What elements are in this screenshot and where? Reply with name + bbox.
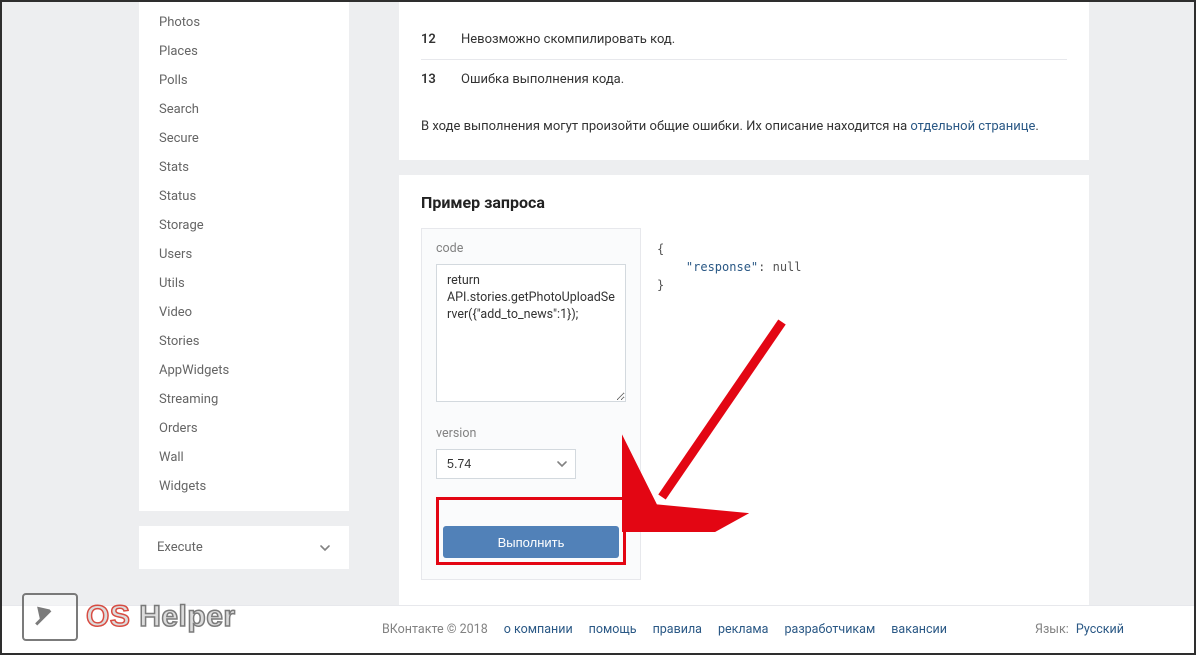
sidebar-item-wall[interactable]: Wall <box>139 443 349 472</box>
sidebar-item-status[interactable]: Status <box>139 182 349 211</box>
error-row: 12 Невозможно скомпилировать код. <box>421 20 1067 59</box>
sidebar-methods-list: Photos Places Polls Search Secure Stats … <box>139 2 349 511</box>
sidebar-item-video[interactable]: Video <box>139 298 349 327</box>
errors-note-link[interactable]: отдельной странице <box>910 119 1035 134</box>
chevron-down-icon <box>319 542 331 554</box>
error-code: 13 <box>421 72 461 87</box>
footer-lang-link[interactable]: Русский <box>1076 622 1124 637</box>
footer-link-help[interactable]: помощь <box>589 622 637 637</box>
execute-label: Execute <box>157 540 203 555</box>
sidebar-item-utils[interactable]: Utils <box>139 269 349 298</box>
code-label: code <box>436 241 626 256</box>
error-message: Ошибка выполнения кода. <box>461 72 624 87</box>
footer-link-jobs[interactable]: вакансии <box>891 622 947 637</box>
execute-button[interactable]: Выполнить <box>443 526 619 558</box>
footer: ВКонтакте © 2018 о компании помощь прави… <box>2 605 1194 653</box>
footer-link-about[interactable]: о компании <box>504 622 573 637</box>
footer-link-rules[interactable]: правила <box>653 622 702 637</box>
footer-link-ads[interactable]: реклама <box>718 622 769 637</box>
footer-lang: Язык: Русский <box>1035 622 1124 637</box>
sidebar-item-places[interactable]: Places <box>139 37 349 66</box>
sidebar-item-stories[interactable]: Stories <box>139 327 349 356</box>
sidebar-item-search[interactable]: Search <box>139 95 349 124</box>
example-title: Пример запроса <box>421 193 1067 212</box>
code-textarea[interactable] <box>436 264 626 402</box>
error-code: 12 <box>421 32 461 47</box>
sidebar-item-users[interactable]: Users <box>139 240 349 269</box>
sidebar-item-streaming[interactable]: Streaming <box>139 385 349 414</box>
version-label: version <box>436 426 626 441</box>
sidebar-item-appwidgets[interactable]: AppWidgets <box>139 356 349 385</box>
sidebar-item-orders[interactable]: Orders <box>139 414 349 443</box>
errors-note: В ходе выполнения могут произойти общие … <box>421 119 1067 134</box>
response-output: { "response": null } <box>641 228 1067 580</box>
sidebar: Photos Places Polls Search Secure Stats … <box>139 2 349 653</box>
footer-copyright: ВКонтакте © 2018 <box>382 622 488 637</box>
execute-highlight-annotation: Выполнить <box>436 497 626 565</box>
errors-panel: 12 Невозможно скомпилировать код. 13 Оши… <box>399 2 1089 160</box>
sidebar-item-secure[interactable]: Secure <box>139 124 349 153</box>
sidebar-item-widgets[interactable]: Widgets <box>139 472 349 501</box>
sidebar-item-photos[interactable]: Photos <box>139 8 349 37</box>
error-message: Невозможно скомпилировать код. <box>461 32 675 47</box>
sidebar-item-stats[interactable]: Stats <box>139 153 349 182</box>
version-select[interactable]: 5.74 <box>436 449 576 479</box>
main-content: 12 Невозможно скомпилировать код. 13 Оши… <box>399 2 1194 653</box>
sidebar-item-polls[interactable]: Polls <box>139 66 349 95</box>
footer-link-developers[interactable]: разработчикам <box>785 622 876 637</box>
example-panel: Пример запроса code version 5.74 <box>399 175 1089 606</box>
sidebar-item-storage[interactable]: Storage <box>139 211 349 240</box>
example-form: code version 5.74 <box>421 228 641 580</box>
error-row: 13 Ошибка выполнения кода. <box>421 59 1067 99</box>
sidebar-execute-toggle[interactable]: Execute <box>139 526 349 569</box>
